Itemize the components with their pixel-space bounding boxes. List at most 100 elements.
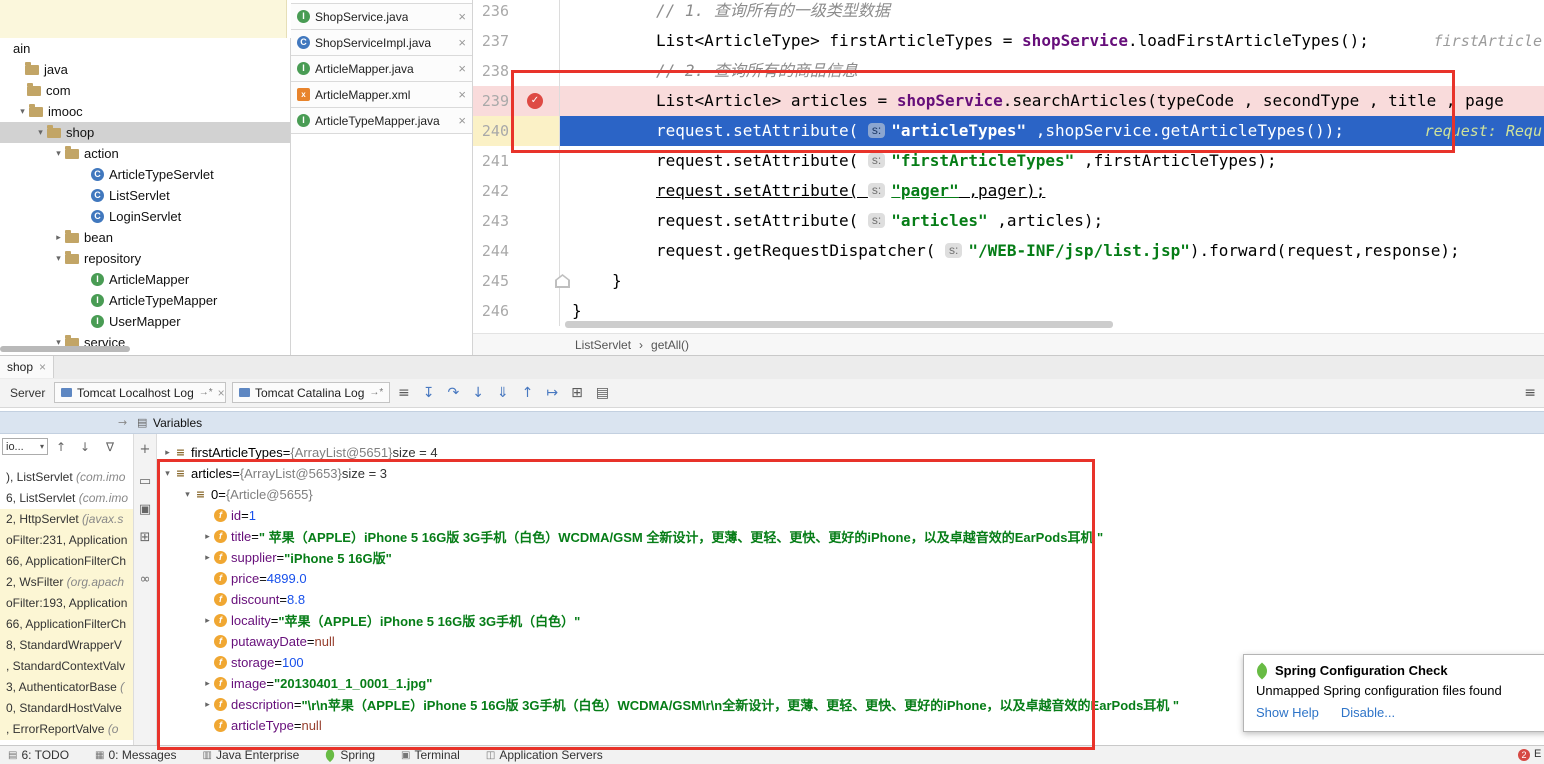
close-icon[interactable]: ×	[39, 360, 46, 374]
tree-item-bean[interactable]: ▸ bean	[0, 227, 290, 248]
close-tab-icon[interactable]: ×	[458, 87, 466, 102]
gutter-line-246[interactable]: 246	[473, 296, 560, 326]
breadcrumb-method[interactable]: getAll()	[651, 338, 689, 352]
tree-item-loginservlet[interactable]: C LoginServlet	[0, 206, 290, 227]
force-step-into-icon[interactable]: ⇓	[497, 385, 509, 401]
variable-row[interactable]: ▸ f supplier = "iPhone 5 16G版"	[157, 547, 1544, 568]
chevron-icon[interactable]: ▾	[181, 490, 194, 500]
gutter-line-236[interactable]: 236	[473, 0, 560, 26]
dock-icon[interactable]: →	[118, 416, 127, 429]
editor-tab-shopserviceimpl-java[interactable]: C ShopServiceImpl.java ×	[291, 30, 472, 56]
step-over-icon[interactable]: ↷	[447, 385, 459, 401]
console-tab-tomcat-localhost-log[interactable]: Tomcat Localhost Log →* ×	[54, 382, 226, 403]
console-settings-icon[interactable]: ≡	[1524, 385, 1536, 401]
close-tab-icon[interactable]: ×	[218, 386, 225, 400]
status-item-6-todo[interactable]: ▤ 6: TODO	[8, 748, 69, 762]
frame-row[interactable]: 0, StandardHostValve	[0, 698, 133, 719]
tree-item-shop[interactable]: ▾ shop	[0, 122, 290, 143]
tool-window-tab-shop[interactable]: shop ×	[0, 356, 55, 378]
show-execution-point-icon[interactable]: ↧	[423, 385, 435, 401]
gutter-line-243[interactable]: 243	[473, 206, 560, 236]
code-text[interactable]: }	[560, 266, 1544, 296]
add-watch-icon[interactable]: +	[134, 442, 156, 457]
variable-row[interactable]: f putawayDate = null	[157, 631, 1544, 652]
code-text[interactable]: // 2. 查询所有的商品信息	[560, 56, 1544, 86]
code-text[interactable]: request.setAttribute( s: "articles" ,arti…	[560, 206, 1544, 236]
variable-row[interactable]: f discount = 8.8	[157, 589, 1544, 610]
filter-icon[interactable]: ∇	[106, 440, 114, 454]
code-text[interactable]: // 1. 查询所有的一级类型数据	[560, 0, 1544, 26]
close-tab-icon[interactable]: ×	[388, 386, 389, 400]
variable-row[interactable]: ▸ ≡ firstArticleTypes = {ArrayList@5651} s…	[157, 442, 1544, 463]
chevron-icon[interactable]: ▸	[201, 532, 214, 542]
copy-icon[interactable]: ▣	[134, 502, 156, 517]
status-item-application-servers[interactable]: ◫ Application Servers	[486, 748, 603, 762]
chevron-icon[interactable]: ▸	[201, 553, 214, 563]
mute-breakpoints-icon[interactable]: ▤	[596, 385, 609, 401]
code-editor[interactable]: 236 // 1. 查询所有的一级类型数据 237 List<ArticleType>…	[473, 0, 1544, 333]
variable-row[interactable]: f id = 1	[157, 505, 1544, 526]
variable-row[interactable]: ▾ ≡ 0 = {Article@5655}	[157, 484, 1544, 505]
tree-item-imooc[interactable]: ▾ imooc	[0, 101, 290, 122]
variable-row[interactable]: ▸ f locality = "苹果（APPLE）iPhone 5 16G版 3G手…	[157, 610, 1544, 631]
editor-tab-articletypemapper-java[interactable]: I ArticleTypeMapper.java ×	[291, 108, 472, 134]
gutter-line-237[interactable]: 237	[473, 26, 560, 56]
variable-row[interactable]: ▸ f title = " 苹果（APPLE）iPhone 5 16G版 3G手机（…	[157, 526, 1544, 547]
editor-tab-shopservice-java[interactable]: I ShopService.java ×	[291, 3, 472, 30]
frame-row[interactable]: 8, StandardWrapperV	[0, 635, 133, 656]
frame-row[interactable]: ), ListServlet (com.imo	[0, 467, 133, 488]
snapshot-icon[interactable]: ▭	[134, 474, 156, 489]
code-text[interactable]: request.setAttribute( s: "pager" ,pager);	[560, 176, 1544, 206]
gutter-line-240[interactable]: 240	[473, 116, 560, 146]
tab-server[interactable]: Server	[10, 386, 45, 400]
editor-scrollbar[interactable]	[565, 321, 1113, 328]
tree-item-action[interactable]: ▾ action	[0, 143, 290, 164]
gutter-line-239[interactable]: 239 ✓	[473, 86, 560, 116]
frame-row[interactable]: , StandardContextValv	[0, 656, 133, 677]
view-menu-icon[interactable]: ≡	[398, 385, 410, 401]
gutter-line-245[interactable]: 245	[473, 266, 560, 296]
project-scrollbar[interactable]	[0, 346, 130, 352]
breadcrumb-class[interactable]: ListServlet	[575, 338, 631, 352]
tree-item-articletypemapper[interactable]: I ArticleTypeMapper	[0, 290, 290, 311]
code-text[interactable]: request.setAttribute( s: "firstArticleTyp…	[560, 146, 1544, 176]
tree-item-java[interactable]: java	[0, 59, 290, 80]
thread-dropdown[interactable]: io... ▾	[2, 438, 48, 455]
frame-down-icon[interactable]: ↓	[80, 440, 90, 454]
grid-icon[interactable]: ⊞	[134, 530, 156, 545]
frame-row[interactable]: oFilter:231, Application	[0, 530, 133, 551]
frame-up-icon[interactable]: ↑	[56, 440, 66, 454]
tree-item-articlemapper[interactable]: I ArticleMapper	[0, 269, 290, 290]
frame-row[interactable]: 3, AuthenticatorBase (	[0, 677, 133, 698]
tree-item-repository[interactable]: ▾ repository	[0, 248, 290, 269]
chevron-icon[interactable]: ▾	[161, 469, 174, 479]
step-out-icon[interactable]: ↑	[522, 385, 534, 401]
frame-row[interactable]: oFilter:193, Application	[0, 593, 133, 614]
close-tab-icon[interactable]: ×	[458, 9, 466, 24]
variable-row[interactable]: f price = 4899.0	[157, 568, 1544, 589]
status-item-spring[interactable]: Spring	[323, 747, 375, 763]
gutter-line-244[interactable]: 244	[473, 236, 560, 266]
status-item-0-messages[interactable]: ▦ 0: Messages	[95, 748, 177, 762]
tree-item-com[interactable]: com	[0, 80, 290, 101]
frame-row[interactable]: , ErrorReportValve (o	[0, 719, 133, 740]
gutter-line-238[interactable]: 238	[473, 56, 560, 86]
disable-link[interactable]: Disable...	[1341, 705, 1395, 720]
tree-item-listservlet[interactable]: C ListServlet	[0, 185, 290, 206]
frame-row[interactable]: 2, HttpServlet (javax.s	[0, 509, 133, 530]
tree-item-articletypeservlet[interactable]: C ArticleTypeServlet	[0, 164, 290, 185]
close-tab-icon[interactable]: ×	[458, 113, 466, 128]
chevron-icon[interactable]: ▸	[161, 448, 174, 458]
tree-item-usermapper[interactable]: I UserMapper	[0, 311, 290, 332]
watch-return-values-icon[interactable]: ∞	[134, 572, 156, 587]
breakpoint-icon[interactable]: ✓	[527, 93, 543, 109]
frame-row[interactable]: 66, ApplicationFilterCh	[0, 551, 133, 572]
status-item-terminal[interactable]: ▣ Terminal	[401, 748, 460, 762]
status-item-java-enterprise[interactable]: ▥ Java Enterprise	[203, 748, 300, 762]
chevron-icon[interactable]: ▸	[201, 700, 214, 710]
gutter-line-242[interactable]: 242	[473, 176, 560, 206]
frame-row[interactable]: 6, ListServlet (com.imo	[0, 488, 133, 509]
code-text[interactable]: request.setAttribute( s: "articleTypes" ,…	[560, 116, 1544, 146]
close-tab-icon[interactable]: ×	[458, 35, 466, 50]
tree-item-ain[interactable]: ain	[0, 38, 290, 59]
